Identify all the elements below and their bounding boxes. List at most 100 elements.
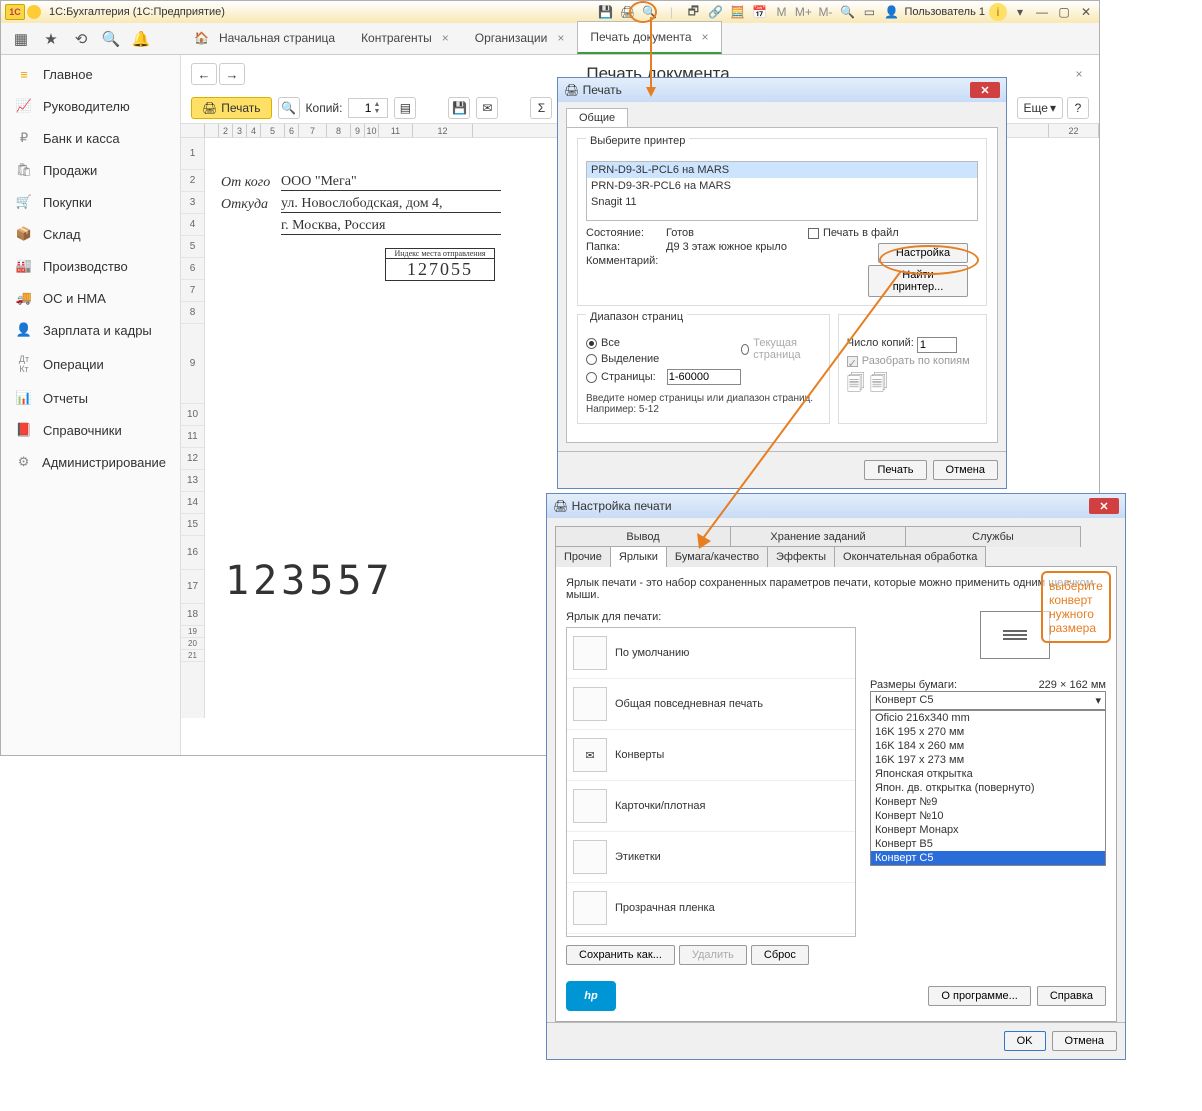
shortcut-item[interactable]: Общая повседневная печать <box>567 679 855 730</box>
m-plus-icon[interactable]: M+ <box>794 3 812 21</box>
search-icon[interactable]: 🔍 <box>101 29 121 49</box>
shortcut-item[interactable]: Этикетки <box>567 832 855 883</box>
settings-button[interactable]: Настройка <box>878 243 968 263</box>
sum-button[interactable]: Σ <box>530 97 552 119</box>
tab-home[interactable]: 🏠Начальная страница <box>181 22 348 54</box>
tab-paper[interactable]: Бумага/качество <box>666 546 768 567</box>
preview-button[interactable]: 🔍 <box>278 97 300 119</box>
sidebar-item-salary[interactable]: 👤Зарплата и кадры <box>1 314 180 346</box>
range-all-radio[interactable]: Все <box>586 337 741 349</box>
dropdown-icon[interactable]: ▾ <box>1011 3 1029 21</box>
help-button[interactable]: ? <box>1067 97 1089 119</box>
paper-option[interactable]: 16K 184 x 260 мм <box>871 739 1105 753</box>
shortcut-list[interactable]: По умолчанию Общая повседневная печать ✉… <box>566 627 856 937</box>
paper-option[interactable]: Конверт C6 <box>871 865 1105 866</box>
info-icon[interactable]: i <box>989 3 1007 21</box>
about-button[interactable]: О программе... <box>928 986 1030 1006</box>
printer-list[interactable]: PRN-D9-3L-PCL6 на MARS PRN-D9-3R-PCL6 на… <box>586 161 978 221</box>
sidebar-item-sales[interactable]: 🛍Продажи <box>1 154 180 186</box>
sidebar-item-admin[interactable]: ⚙Администрирование <box>1 446 180 478</box>
back-button[interactable]: ← <box>191 63 217 85</box>
shortcut-item[interactable]: ✉Конверты <box>567 730 855 781</box>
ok-button[interactable]: OK <box>1004 1031 1046 1051</box>
calc-icon[interactable]: 🧮 <box>728 3 746 21</box>
link-icon[interactable]: 🔗 <box>706 3 724 21</box>
sidebar-item-main[interactable]: ≡Главное <box>1 59 180 90</box>
close-icon[interactable]: ✕ <box>1077 3 1095 21</box>
tab-effects[interactable]: Эффекты <box>767 546 835 567</box>
forward-button[interactable]: → <box>219 63 245 85</box>
pages-input[interactable] <box>667 369 741 385</box>
history-icon[interactable]: ⟲ <box>71 29 91 49</box>
compare-icon[interactable]: 🗗 <box>684 3 702 21</box>
tab-print-doc[interactable]: Печать документа <box>577 21 721 54</box>
sidebar-item-assets[interactable]: 🚚ОС и НМА <box>1 282 180 314</box>
range-pages-radio[interactable]: Страницы: <box>586 369 741 385</box>
sidebar-item-purchases[interactable]: 🛒Покупки <box>1 186 180 218</box>
paper-option[interactable]: Oficio 216x340 mm <box>871 711 1105 725</box>
favorite-icon[interactable]: ★ <box>41 29 61 49</box>
tab-shortcuts[interactable]: Ярлыки <box>610 546 667 567</box>
paper-dropdown-list[interactable]: Oficio 216x340 mm 16K 195 x 270 мм 16K 1… <box>870 710 1106 866</box>
sidebar-item-production[interactable]: 🏭Производство <box>1 250 180 282</box>
calendar-icon[interactable]: 📅 <box>750 3 768 21</box>
zoom-icon[interactable]: 🔍 <box>838 3 856 21</box>
dialog-close-icon[interactable]: ✕ <box>970 82 1000 98</box>
sidebar-item-refs[interactable]: 📕Справочники <box>1 414 180 446</box>
sidebar-item-ops[interactable]: ДтКтОперации <box>1 346 180 382</box>
restore-icon[interactable]: ▢ <box>1055 3 1073 21</box>
save-button[interactable]: 💾 <box>448 97 470 119</box>
paper-option[interactable]: Конверт №10 <box>871 809 1105 823</box>
tab-jobs[interactable]: Хранение заданий <box>730 526 906 547</box>
paper-combo[interactable]: Конверт C5▾ <box>870 691 1106 710</box>
m-minus-icon[interactable]: M- <box>816 3 834 21</box>
paper-option[interactable]: 16K 195 x 270 мм <box>871 725 1105 739</box>
dialog-print-button[interactable]: Печать <box>864 460 926 480</box>
paper-option[interactable]: Конверт B5 <box>871 837 1105 851</box>
print-button[interactable]: 🖨Печать <box>191 97 272 119</box>
sidebar-item-manager[interactable]: 📈Руководителю <box>1 90 180 122</box>
tab-orgs[interactable]: Организации <box>462 22 578 54</box>
saveas-button[interactable]: Сохранить как... <box>566 945 675 965</box>
m-icon[interactable]: M <box>772 3 790 21</box>
apps-icon[interactable]: ▦ <box>11 29 31 49</box>
shortcut-item[interactable]: Прозрачная пленка <box>567 883 855 934</box>
sidebar-item-stock[interactable]: 📦Склад <box>1 218 180 250</box>
tab-output[interactable]: Вывод <box>555 526 731 547</box>
help-button[interactable]: Справка <box>1037 986 1106 1006</box>
sidebar-item-bank[interactable]: ₽Банк и касса <box>1 122 180 154</box>
paper-option[interactable]: Японская открытка <box>871 767 1105 781</box>
find-printer-button[interactable]: Найти принтер... <box>868 265 968 297</box>
paper-option[interactable]: Конверт Монарх <box>871 823 1105 837</box>
templates-button[interactable]: ▤ <box>394 97 416 119</box>
range-selection-radio[interactable]: Выделение <box>586 353 741 365</box>
sidebar-item-reports[interactable]: 📊Отчеты <box>1 382 180 414</box>
page-close-icon[interactable]: × <box>1069 67 1089 81</box>
reset-button[interactable]: Сброс <box>751 945 809 965</box>
paper-option[interactable]: Конверт C5 <box>871 851 1105 865</box>
bell-icon[interactable]: 🔔 <box>131 29 151 49</box>
paper-option[interactable]: Япон. дв. открытка (повернуто) <box>871 781 1105 795</box>
page-setup-title[interactable]: 🖨 Настройка печати ✕ <box>547 494 1125 518</box>
cancel-button[interactable]: Отмена <box>1052 1031 1117 1051</box>
more-button[interactable]: Еще▾ <box>1017 97 1063 119</box>
printer-item[interactable]: PRN-D9-3R-PCL6 на MARS <box>587 178 977 194</box>
print-to-file-checkbox[interactable]: Печать в файл <box>808 227 978 239</box>
minimize-icon[interactable]: — <box>1033 3 1051 21</box>
tab-finishing[interactable]: Окончательная обработка <box>834 546 986 567</box>
print-icon[interactable]: 🖨 <box>618 3 636 21</box>
mail-button[interactable]: ✉ <box>476 97 498 119</box>
save-icon[interactable]: 💾 <box>596 3 614 21</box>
app-menu-drop-icon[interactable] <box>27 5 41 19</box>
preview-icon[interactable]: 🔍 <box>640 3 658 21</box>
print-dialog-title[interactable]: 🖨 Печать ✕ <box>558 78 1006 102</box>
tab-services[interactable]: Службы <box>905 526 1081 547</box>
printer-item[interactable]: Snagit 11 <box>587 194 977 210</box>
paper-option[interactable]: Конверт №9 <box>871 795 1105 809</box>
dialog-cancel-button[interactable]: Отмена <box>933 460 998 480</box>
windows-icon[interactable]: ▭ <box>860 3 878 21</box>
user-label[interactable]: Пользователь 1 <box>904 6 985 18</box>
tab-contragents[interactable]: Контрагенты <box>348 22 462 54</box>
copies-input[interactable] <box>917 337 957 353</box>
printer-item[interactable]: PRN-D9-3L-PCL6 на MARS <box>587 162 977 178</box>
